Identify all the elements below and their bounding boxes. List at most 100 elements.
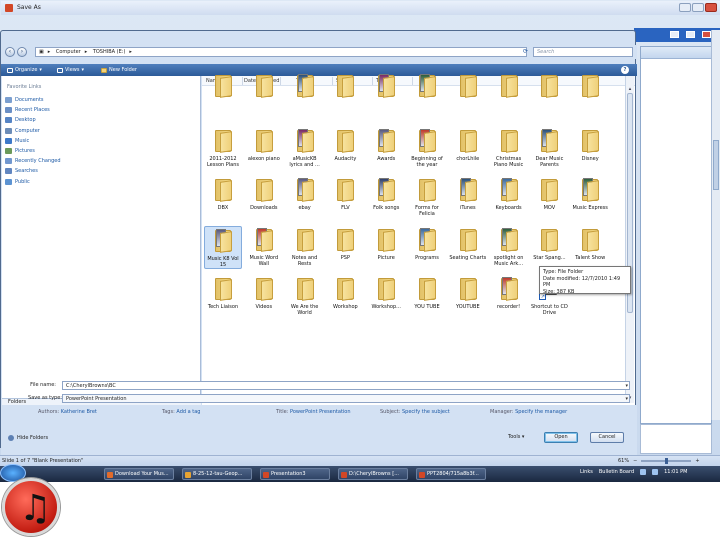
taskbar-button[interactable]: 8-25-12-tau-Geop... <box>182 468 252 480</box>
file-item[interactable] <box>286 72 324 101</box>
views-button[interactable]: Views ▾ <box>57 67 84 73</box>
breadcrumb-computer[interactable]: Computer <box>56 49 81 55</box>
file-item[interactable]: DBX <box>204 176 242 211</box>
file-item[interactable]: Disney <box>571 127 609 162</box>
file-item[interactable]: Notes and Rests <box>286 226 324 267</box>
file-item[interactable]: FLV <box>326 176 364 211</box>
open-button[interactable]: Open <box>544 432 578 443</box>
file-item[interactable]: Folk songs <box>367 176 405 211</box>
file-item[interactable]: YOU TUBE <box>408 275 446 310</box>
file-item[interactable]: ebay <box>286 176 324 211</box>
file-item[interactable]: chorLhile <box>449 127 487 162</box>
sidebar-item-recently-changed[interactable]: Recently Changed <box>5 156 195 166</box>
file-item[interactable]: Forms for Felicia <box>408 176 446 217</box>
taskbar-button[interactable]: Presentation3 <box>260 468 330 480</box>
file-name-input[interactable]: C:\CherylBrowns\BC ▾ <box>62 381 630 390</box>
file-item[interactable] <box>245 72 283 101</box>
file-item[interactable]: iTunes <box>449 176 487 211</box>
file-item[interactable]: Music K8 Vol 15 <box>204 225 242 269</box>
file-item[interactable]: Seating Charts <box>449 226 487 261</box>
file-item[interactable]: Tech Liaison <box>204 275 242 310</box>
sidebar-item-searches[interactable]: Searches <box>5 166 195 176</box>
zoom-out-icon[interactable]: − <box>633 458 637 464</box>
authors-field[interactable]: Authors: Katherine Bret <box>38 409 97 415</box>
file-item[interactable] <box>490 72 528 101</box>
file-item[interactable]: Star Spang... <box>530 226 568 261</box>
chevron-down-icon[interactable]: ▾ <box>625 383 628 389</box>
sidebar-item-public[interactable]: Public <box>5 177 195 187</box>
background-scrollbar[interactable] <box>711 30 720 420</box>
file-item[interactable]: We Are the World <box>286 275 324 316</box>
file-item[interactable]: Picture <box>367 226 405 261</box>
sidebar-item-computer[interactable]: Computer <box>5 126 195 136</box>
refresh-icon[interactable]: ⟳ <box>523 48 528 55</box>
close-button[interactable] <box>705 3 717 12</box>
scroll-up-icon[interactable]: ▴ <box>627 86 633 92</box>
manager-field[interactable]: Manager: Specify the manager <box>490 409 567 415</box>
save-as-type-select[interactable]: PowerPoint Presentation ▾ <box>62 394 630 403</box>
file-item[interactable]: Audacity <box>326 127 364 162</box>
sidebar-item-recent-places[interactable]: Recent Places <box>5 105 195 115</box>
file-item[interactable] <box>367 72 405 101</box>
breadcrumb-drive[interactable]: TOSHIBA (E:) <box>93 49 126 55</box>
file-item[interactable]: Workshop <box>326 275 364 310</box>
taskbar-button[interactable]: D:\CherylBrowns [... <box>338 468 408 480</box>
minimize-icon[interactable] <box>670 31 679 38</box>
file-item[interactable]: YOUTUBE <box>449 275 487 310</box>
clock[interactable]: 11:01 PM <box>664 469 687 475</box>
sidebar-item-desktop[interactable]: Desktop <box>5 115 195 125</box>
zoom-control[interactable]: 61% − + <box>618 458 700 464</box>
file-item[interactable]: PSP <box>326 226 364 261</box>
file-item[interactable]: aMusicKB lyrics and ... <box>286 127 324 168</box>
file-item[interactable]: Programs <box>408 226 446 261</box>
file-item[interactable] <box>326 72 364 101</box>
file-item[interactable]: Videos <box>245 275 283 310</box>
file-list-scrollbar[interactable]: ▴ ▾ <box>625 76 634 403</box>
help-icon[interactable]: ? <box>621 66 629 74</box>
tools-dropdown[interactable]: Tools ▾ <box>508 434 524 440</box>
file-item[interactable]: alexon piano <box>245 127 283 162</box>
sidebar-item-documents[interactable]: Documents <box>5 95 195 105</box>
tags-field[interactable]: Tags: Add a tag <box>162 409 200 415</box>
file-item[interactable]: Talent Show <box>571 226 609 261</box>
file-item[interactable] <box>408 72 446 101</box>
sidebar-item-music[interactable]: Music <box>5 136 195 146</box>
file-item[interactable] <box>571 72 609 101</box>
subject-field[interactable]: Subject: Specify the subject <box>380 409 450 415</box>
file-item[interactable]: spotlight on Music Ark... <box>490 226 528 267</box>
close-icon[interactable] <box>702 31 711 38</box>
cancel-button[interactable]: Cancel <box>590 432 624 443</box>
file-item[interactable]: recorder! <box>490 275 528 310</box>
file-item[interactable] <box>449 72 487 101</box>
volume-icon[interactable] <box>652 469 659 475</box>
hide-folders-button[interactable]: Hide Folders <box>8 435 48 441</box>
taskbar-button[interactable]: PPT2804/715a8b3f... <box>416 468 486 480</box>
minimize-button[interactable] <box>679 3 691 12</box>
network-icon[interactable] <box>640 469 647 475</box>
file-item[interactable]: Beginning of the year <box>408 127 446 168</box>
sidebar-item-pictures[interactable]: Pictures <box>5 146 195 156</box>
file-item[interactable]: Workshop... <box>367 275 405 310</box>
new-folder-button[interactable]: New Folder <box>101 67 137 73</box>
file-item[interactable]: Music Express <box>571 176 609 211</box>
zoom-slider[interactable] <box>641 458 692 464</box>
taskbar-button[interactable]: Download Your Mus... <box>104 468 174 480</box>
file-item[interactable]: Dear Music Parents <box>530 127 568 168</box>
file-item[interactable] <box>530 72 568 101</box>
organize-button[interactable]: Organize ▾ <box>7 67 42 73</box>
back-button[interactable]: ‹ <box>5 47 15 57</box>
forward-button[interactable]: › <box>17 47 27 57</box>
title-field[interactable]: Title: PowerPoint Presentation <box>276 409 351 415</box>
file-item[interactable] <box>204 72 242 101</box>
file-item[interactable]: Awards <box>367 127 405 162</box>
file-item[interactable]: Downloads <box>245 176 283 211</box>
file-item[interactable]: MOV <box>530 176 568 211</box>
file-item[interactable]: Keyboards <box>490 176 528 211</box>
restore-icon[interactable] <box>686 31 695 38</box>
file-item[interactable]: Music Word Wall <box>245 226 283 267</box>
links-toolbar[interactable]: Links <box>580 469 593 475</box>
file-item[interactable]: Christmas Piano Music <box>490 127 528 168</box>
zoom-in-icon[interactable]: + <box>695 458 699 464</box>
bulletin-board-toolbar[interactable]: Bulletin Board <box>599 469 634 475</box>
chevron-down-icon[interactable]: ▾ <box>625 396 628 402</box>
